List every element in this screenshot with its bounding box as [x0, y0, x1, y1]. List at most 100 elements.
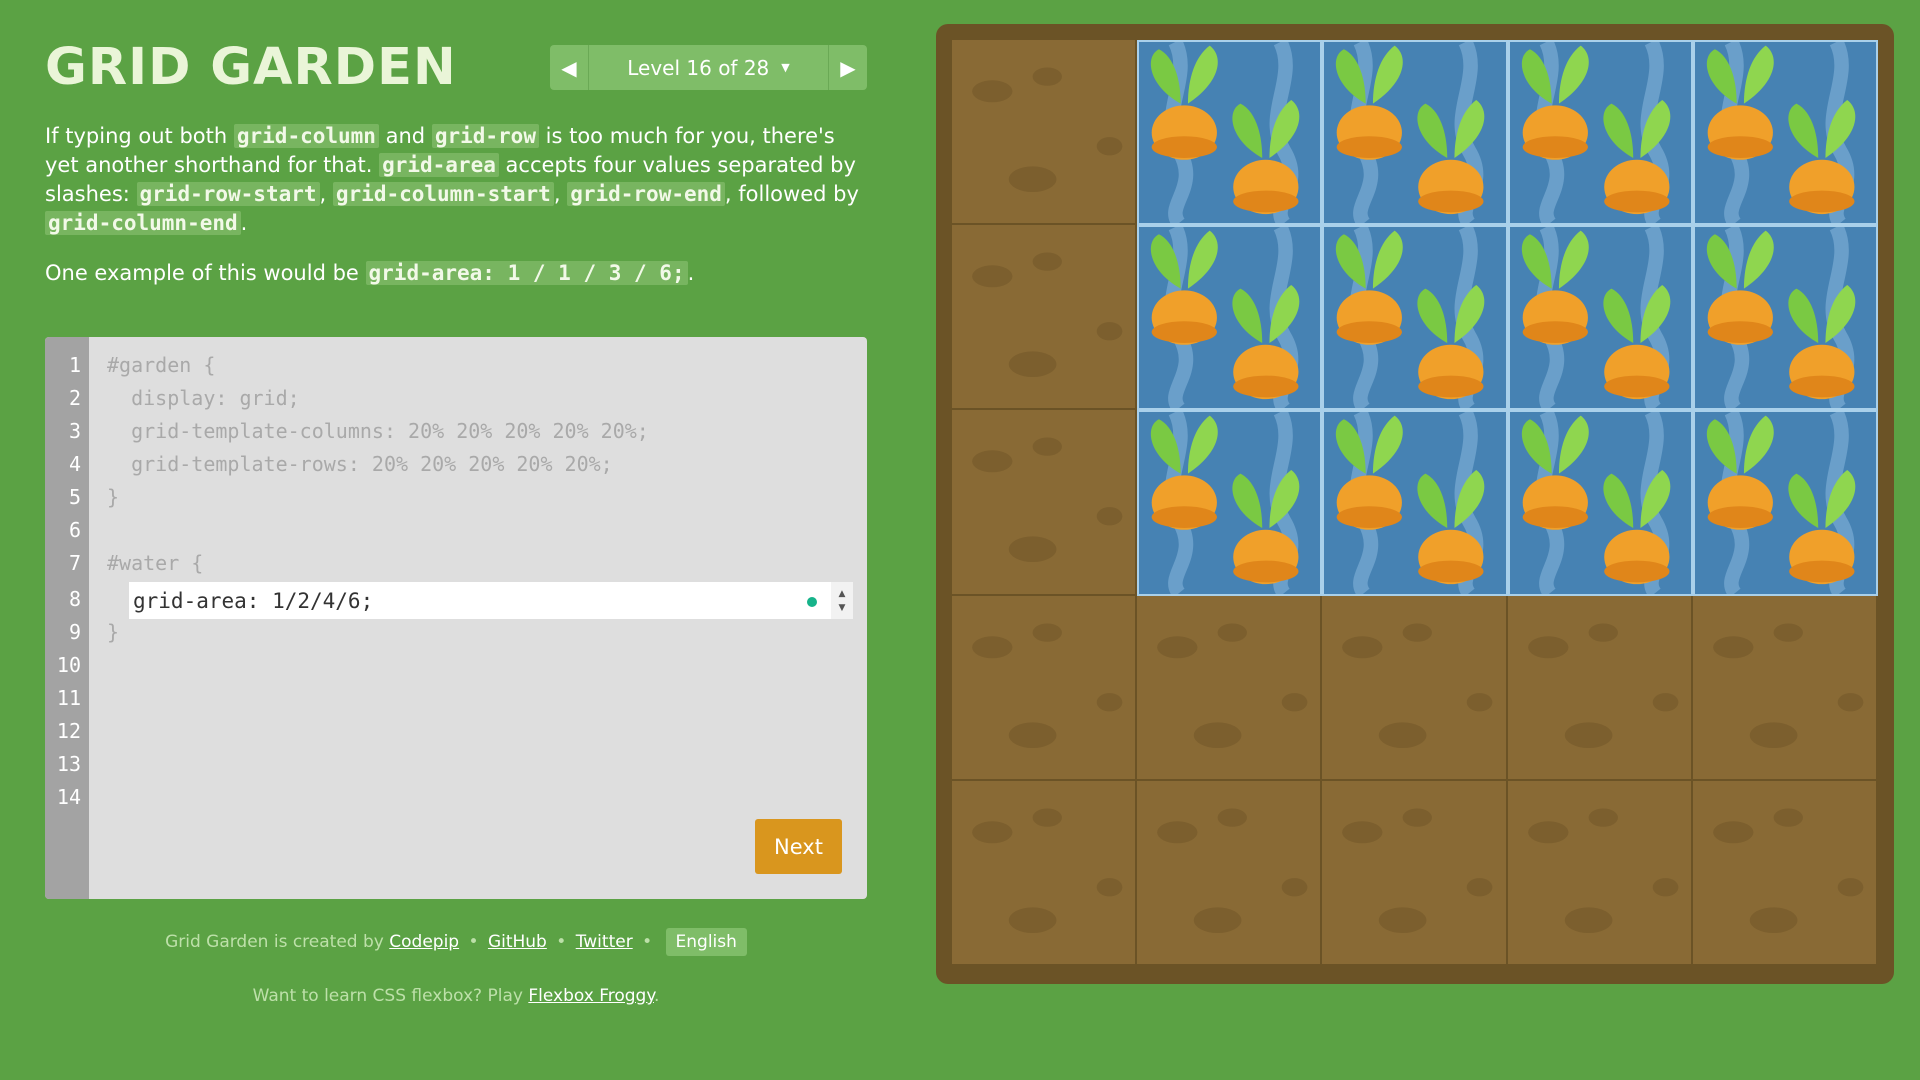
water-cell	[1322, 40, 1508, 226]
garden-grid	[952, 40, 1878, 966]
soil-cell	[952, 410, 1138, 596]
soil-cell	[952, 225, 1138, 411]
instruction-text: ,	[553, 182, 568, 206]
instruction-text: , followed by	[724, 182, 859, 206]
carrot-sprout-icon	[1151, 45, 1300, 215]
soil-pebble-icon	[972, 623, 1123, 748]
line-number: 6	[68, 518, 81, 542]
line-number: 1	[68, 353, 81, 377]
instruction-text: .	[240, 211, 248, 235]
water-cell	[1322, 410, 1508, 596]
water-cell	[1137, 40, 1323, 226]
code-line: #garden {	[107, 353, 216, 377]
line-number-gutter: 1 2 3 4 5 6 7 8 9 10 11 12 13 14	[45, 337, 89, 899]
language-selector[interactable]: English	[665, 928, 747, 956]
soil-cell	[1137, 595, 1323, 781]
separator: •	[468, 932, 479, 952]
level-navigator: ◀ Level 16 of 28 ▼ ▶	[550, 45, 867, 90]
soil-cell	[1322, 595, 1508, 781]
code-line: #water {	[107, 551, 204, 575]
soil-cell	[1322, 780, 1508, 966]
caret-down-icon: ▼	[781, 61, 790, 74]
next-level-button[interactable]: ▶	[828, 45, 867, 90]
soil-pebble-icon	[1712, 808, 1864, 933]
carrot-sprout-icon	[1521, 416, 1670, 585]
soil-pebble-icon	[1157, 623, 1308, 748]
water-cell	[1322, 225, 1508, 411]
line-number: 4	[68, 452, 81, 476]
stepper-down-icon[interactable]: ▼	[839, 601, 846, 615]
triangle-left-icon: ◀	[561, 55, 577, 80]
credits: Grid Garden is created by Codepip • GitH…	[45, 928, 867, 956]
instruction-text: One example of this would be	[45, 261, 366, 285]
line-stepper[interactable]: ▲ ▼	[831, 582, 853, 619]
soil-cell	[1692, 595, 1878, 781]
instructions: If typing out both grid-column and grid-…	[45, 122, 867, 309]
stepper-up-icon[interactable]: ▲	[839, 587, 846, 601]
line-number: 13	[56, 752, 81, 776]
carrot-sprout-icon	[1151, 416, 1300, 585]
carrot-sprout-icon	[1706, 230, 1856, 400]
soil-pebble-icon	[972, 67, 1123, 193]
line-number: 5	[68, 485, 81, 509]
instruction-text: ,	[319, 182, 333, 206]
code-keyword: grid-row	[431, 124, 539, 148]
water-cell	[1507, 410, 1693, 596]
code-line: grid-template-rows: 20% 20% 20% 20% 20%;	[107, 452, 613, 476]
line-number: 11	[56, 686, 81, 710]
separator: •	[556, 932, 567, 952]
carrot-sprout-icon	[1706, 45, 1856, 215]
separator: •	[642, 932, 653, 952]
codepip-link[interactable]: Codepip	[389, 932, 459, 952]
water-cell	[1137, 410, 1323, 596]
valid-indicator-icon	[807, 597, 817, 607]
soil-pebble-icon	[972, 252, 1123, 378]
carrot-sprout-icon	[1336, 230, 1485, 400]
code-keyword: grid-column	[233, 124, 379, 148]
code-editor: 1 2 3 4 5 6 7 8 9 10 11 12 13 14 #garden…	[45, 337, 867, 899]
soil-cell	[952, 40, 1138, 226]
instruction-text: .	[687, 261, 695, 285]
water-cell	[1692, 410, 1878, 596]
carrot-sprout-icon	[1521, 45, 1670, 215]
soil-pebble-icon	[1342, 808, 1493, 933]
soil-cell	[1507, 780, 1693, 966]
github-link[interactable]: GitHub	[488, 932, 547, 952]
code-input[interactable]	[129, 582, 793, 619]
carrot-sprout-icon	[1151, 230, 1300, 400]
previous-level-button[interactable]: ◀	[550, 45, 589, 90]
garden-frame	[936, 24, 1894, 984]
soil-pebble-icon	[972, 437, 1123, 563]
twitter-link[interactable]: Twitter	[576, 932, 633, 952]
code-keyword: grid-column-start	[332, 182, 554, 206]
code-line: }	[107, 620, 120, 644]
water-cell	[1507, 225, 1693, 411]
line-number: 2	[68, 386, 81, 410]
soil-cell	[1137, 780, 1323, 966]
line-number: 3	[68, 419, 81, 443]
code-line: grid-template-columns: 20% 20% 20% 20% 2…	[107, 419, 649, 443]
code-example: grid-area: 1 / 1 / 3 / 6;	[365, 261, 688, 285]
soil-cell	[952, 780, 1138, 966]
instruction-paragraph: If typing out both grid-column and grid-…	[45, 122, 867, 238]
soil-pebble-icon	[1527, 623, 1678, 748]
credit-text: Grid Garden is created by	[165, 932, 384, 952]
soil-cell	[1692, 780, 1878, 966]
promo-punct: .	[653, 986, 660, 1006]
code-keyword: grid-column-end	[45, 211, 241, 235]
soil-cell	[952, 595, 1138, 781]
code-line: }	[107, 485, 120, 509]
water-cell	[1507, 40, 1693, 226]
triangle-right-icon: ▶	[840, 55, 856, 80]
page-title: GRID GARDEN	[45, 38, 457, 97]
level-indicator-dropdown[interactable]: Level 16 of 28 ▼	[589, 45, 828, 90]
line-number: 14	[56, 785, 81, 809]
flexbox-promo: Want to learn CSS flexbox? Play Flexbox …	[45, 986, 867, 1006]
example-paragraph: One example of this would be grid-area: …	[45, 259, 867, 288]
soil-pebble-icon	[1527, 808, 1678, 933]
code-keyword: grid-row-end	[567, 182, 725, 206]
water-cell	[1137, 225, 1323, 411]
promo-text: Want to learn CSS flexbox? Play	[252, 986, 523, 1006]
next-button[interactable]: Next	[755, 819, 842, 874]
flexbox-froggy-link[interactable]: Flexbox Froggy	[528, 986, 654, 1006]
